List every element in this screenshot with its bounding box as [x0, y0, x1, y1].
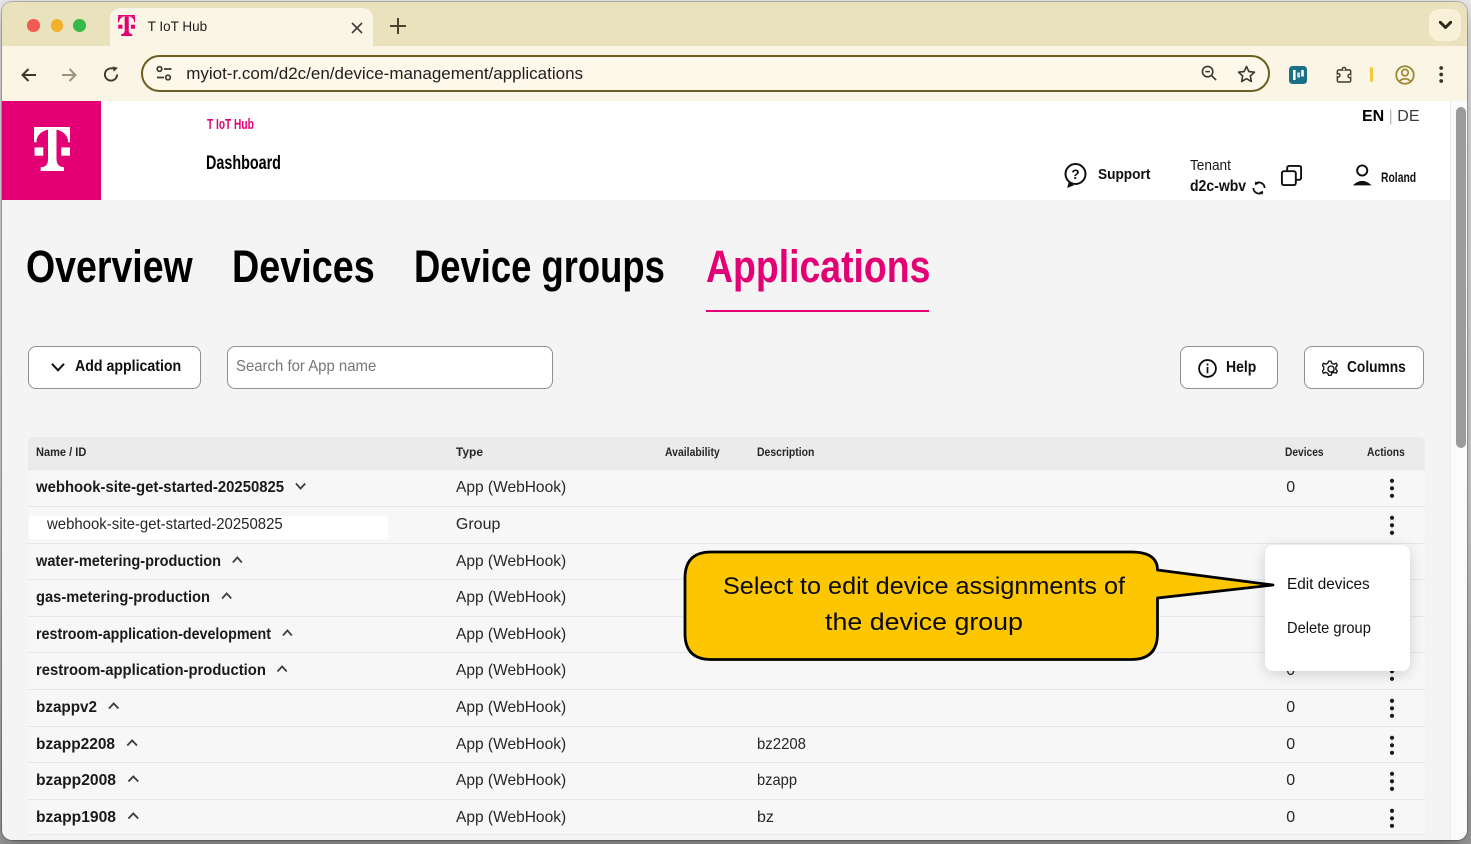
svg-text:?: ?: [1071, 167, 1079, 182]
